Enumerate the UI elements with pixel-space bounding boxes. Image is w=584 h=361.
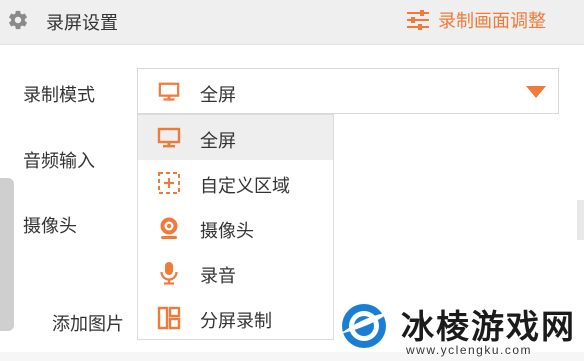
- watermark-logo: [338, 300, 390, 352]
- record-mode-option-label: 录音: [200, 266, 236, 286]
- panel-edge: [577, 200, 584, 240]
- record-mode-option-fullscreen[interactable]: 全屏: [138, 115, 333, 160]
- monitor-icon: [158, 82, 180, 101]
- scrollbar-handle[interactable]: [0, 178, 14, 331]
- watermark: 冰棱游戏网 www.yclengku.com: [328, 292, 584, 361]
- record-mode-option-label: 自定义区域: [200, 176, 290, 196]
- record-mode-dropdown: 全屏 自定义区域 摄像头 录音 分屏录制: [137, 114, 334, 340]
- microphone-icon: [160, 262, 178, 285]
- record-mode-option-label: 分屏录制: [200, 311, 272, 331]
- record-area-adjust-label: 录制画面调整: [438, 11, 546, 31]
- settings-header: 录屏设置 录制画面调整: [0, 0, 584, 45]
- record-area-adjust-button[interactable]: 录制画面调整: [406, 6, 546, 34]
- record-mode-option-label: 全屏: [200, 131, 236, 151]
- header-title: 录屏设置: [46, 13, 118, 33]
- record-mode-option-label: 摄像头: [200, 221, 254, 241]
- record-mode-label: 录制模式: [23, 85, 95, 105]
- chevron-down-icon[interactable]: [526, 86, 546, 98]
- camera-label: 摄像头: [23, 216, 77, 236]
- webcam-icon: [160, 217, 178, 239]
- add-image-label: 添加图片: [52, 314, 124, 334]
- gear-icon: [9, 10, 27, 30]
- record-mode-value: 全屏: [200, 85, 236, 105]
- monitor-icon: [157, 127, 181, 148]
- watermark-url: www.yclengku.com: [406, 343, 533, 357]
- record-mode-option-audio[interactable]: 录音: [138, 250, 333, 295]
- split-screen-icon: [157, 306, 181, 330]
- record-mode-option-split-screen[interactable]: 分屏录制: [138, 295, 333, 339]
- sliders-icon: [407, 10, 429, 30]
- audio-input-label: 音频输入: [23, 151, 95, 171]
- record-mode-select[interactable]: 全屏: [137, 68, 559, 114]
- record-mode-option-custom-region[interactable]: 自定义区域: [138, 160, 333, 205]
- custom-region-icon: [158, 172, 180, 194]
- watermark-text: 冰棱游戏网: [401, 308, 576, 345]
- record-mode-option-camera[interactable]: 摄像头: [138, 205, 333, 250]
